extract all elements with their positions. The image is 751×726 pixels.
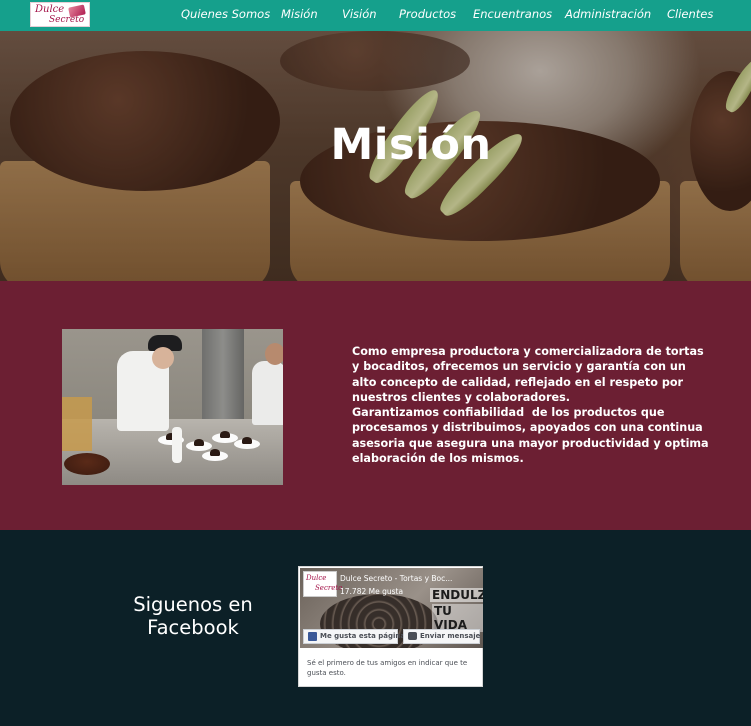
cover-text-endulza: ENDULZA	[430, 588, 483, 602]
logo-text-dulce: Dulce	[35, 4, 65, 15]
cover-text-tu-vida: TU VIDA	[432, 604, 483, 632]
facebook-cover-image[interactable]: ENDULZA TU VIDA Dulce Secreto Dulce Secr…	[300, 568, 483, 648]
avatar-text-secreto: Secreto	[315, 584, 343, 592]
nav-item-encuentranos[interactable]: Encuentranos	[473, 7, 552, 21]
mission-section: Como empresa productora y comercializado…	[0, 281, 751, 530]
social-heading: Siguenos en Facebook	[133, 593, 253, 639]
avatar-text-dulce: Dulce	[306, 574, 327, 582]
mission-paragraph-1: Como empresa productora y comercializado…	[352, 345, 708, 404]
facebook-message-button[interactable]: Enviar mensaje	[403, 629, 480, 644]
mission-text: Como empresa productora y comercializado…	[352, 344, 712, 466]
facebook-like-button[interactable]: Me gusta esta página	[303, 629, 405, 644]
top-navbar: Dulce Secreto Quienes Somos Misión Visió…	[0, 0, 751, 31]
facebook-friends-text: Sé el primero de tus amigos en indicar q…	[307, 659, 468, 677]
logo-text-secreto: Secreto	[49, 15, 85, 25]
facebook-page-widget[interactable]: ENDULZA TU VIDA Dulce Secreto Dulce Secr…	[298, 566, 483, 687]
facebook-message-label: Enviar mensaje	[420, 632, 481, 640]
message-icon	[408, 632, 417, 640]
hero-banner: Misión	[0, 31, 751, 281]
chefs-kitchen-photo	[62, 329, 283, 485]
mission-paragraph-2: Garantizamos confiabilidad de los produc…	[352, 406, 713, 466]
nav-item-productos[interactable]: Productos	[399, 7, 456, 21]
facebook-likes-count: 17.782 Me gusta	[340, 587, 404, 596]
facebook-icon	[308, 632, 317, 641]
brand-logo[interactable]: Dulce Secreto	[30, 2, 90, 27]
facebook-like-label: Me gusta esta página	[320, 632, 406, 640]
facebook-page-avatar[interactable]: Dulce Secreto	[303, 571, 342, 597]
nav-item-mision[interactable]: Misión	[281, 7, 318, 21]
facebook-page-name-link[interactable]: Dulce Secreto - Tortas y Boc...	[340, 574, 482, 583]
page-title: Misión	[330, 120, 492, 170]
nav-item-quienes-somos[interactable]: Quienes Somos	[181, 7, 270, 21]
nav-item-administracion[interactable]: Administración	[565, 7, 651, 21]
social-section: Siguenos en Facebook ENDULZA TU VIDA Dul…	[0, 530, 751, 726]
nav-item-vision[interactable]: Visión	[342, 7, 377, 21]
nav-item-clientes[interactable]: Clientes	[667, 7, 713, 21]
